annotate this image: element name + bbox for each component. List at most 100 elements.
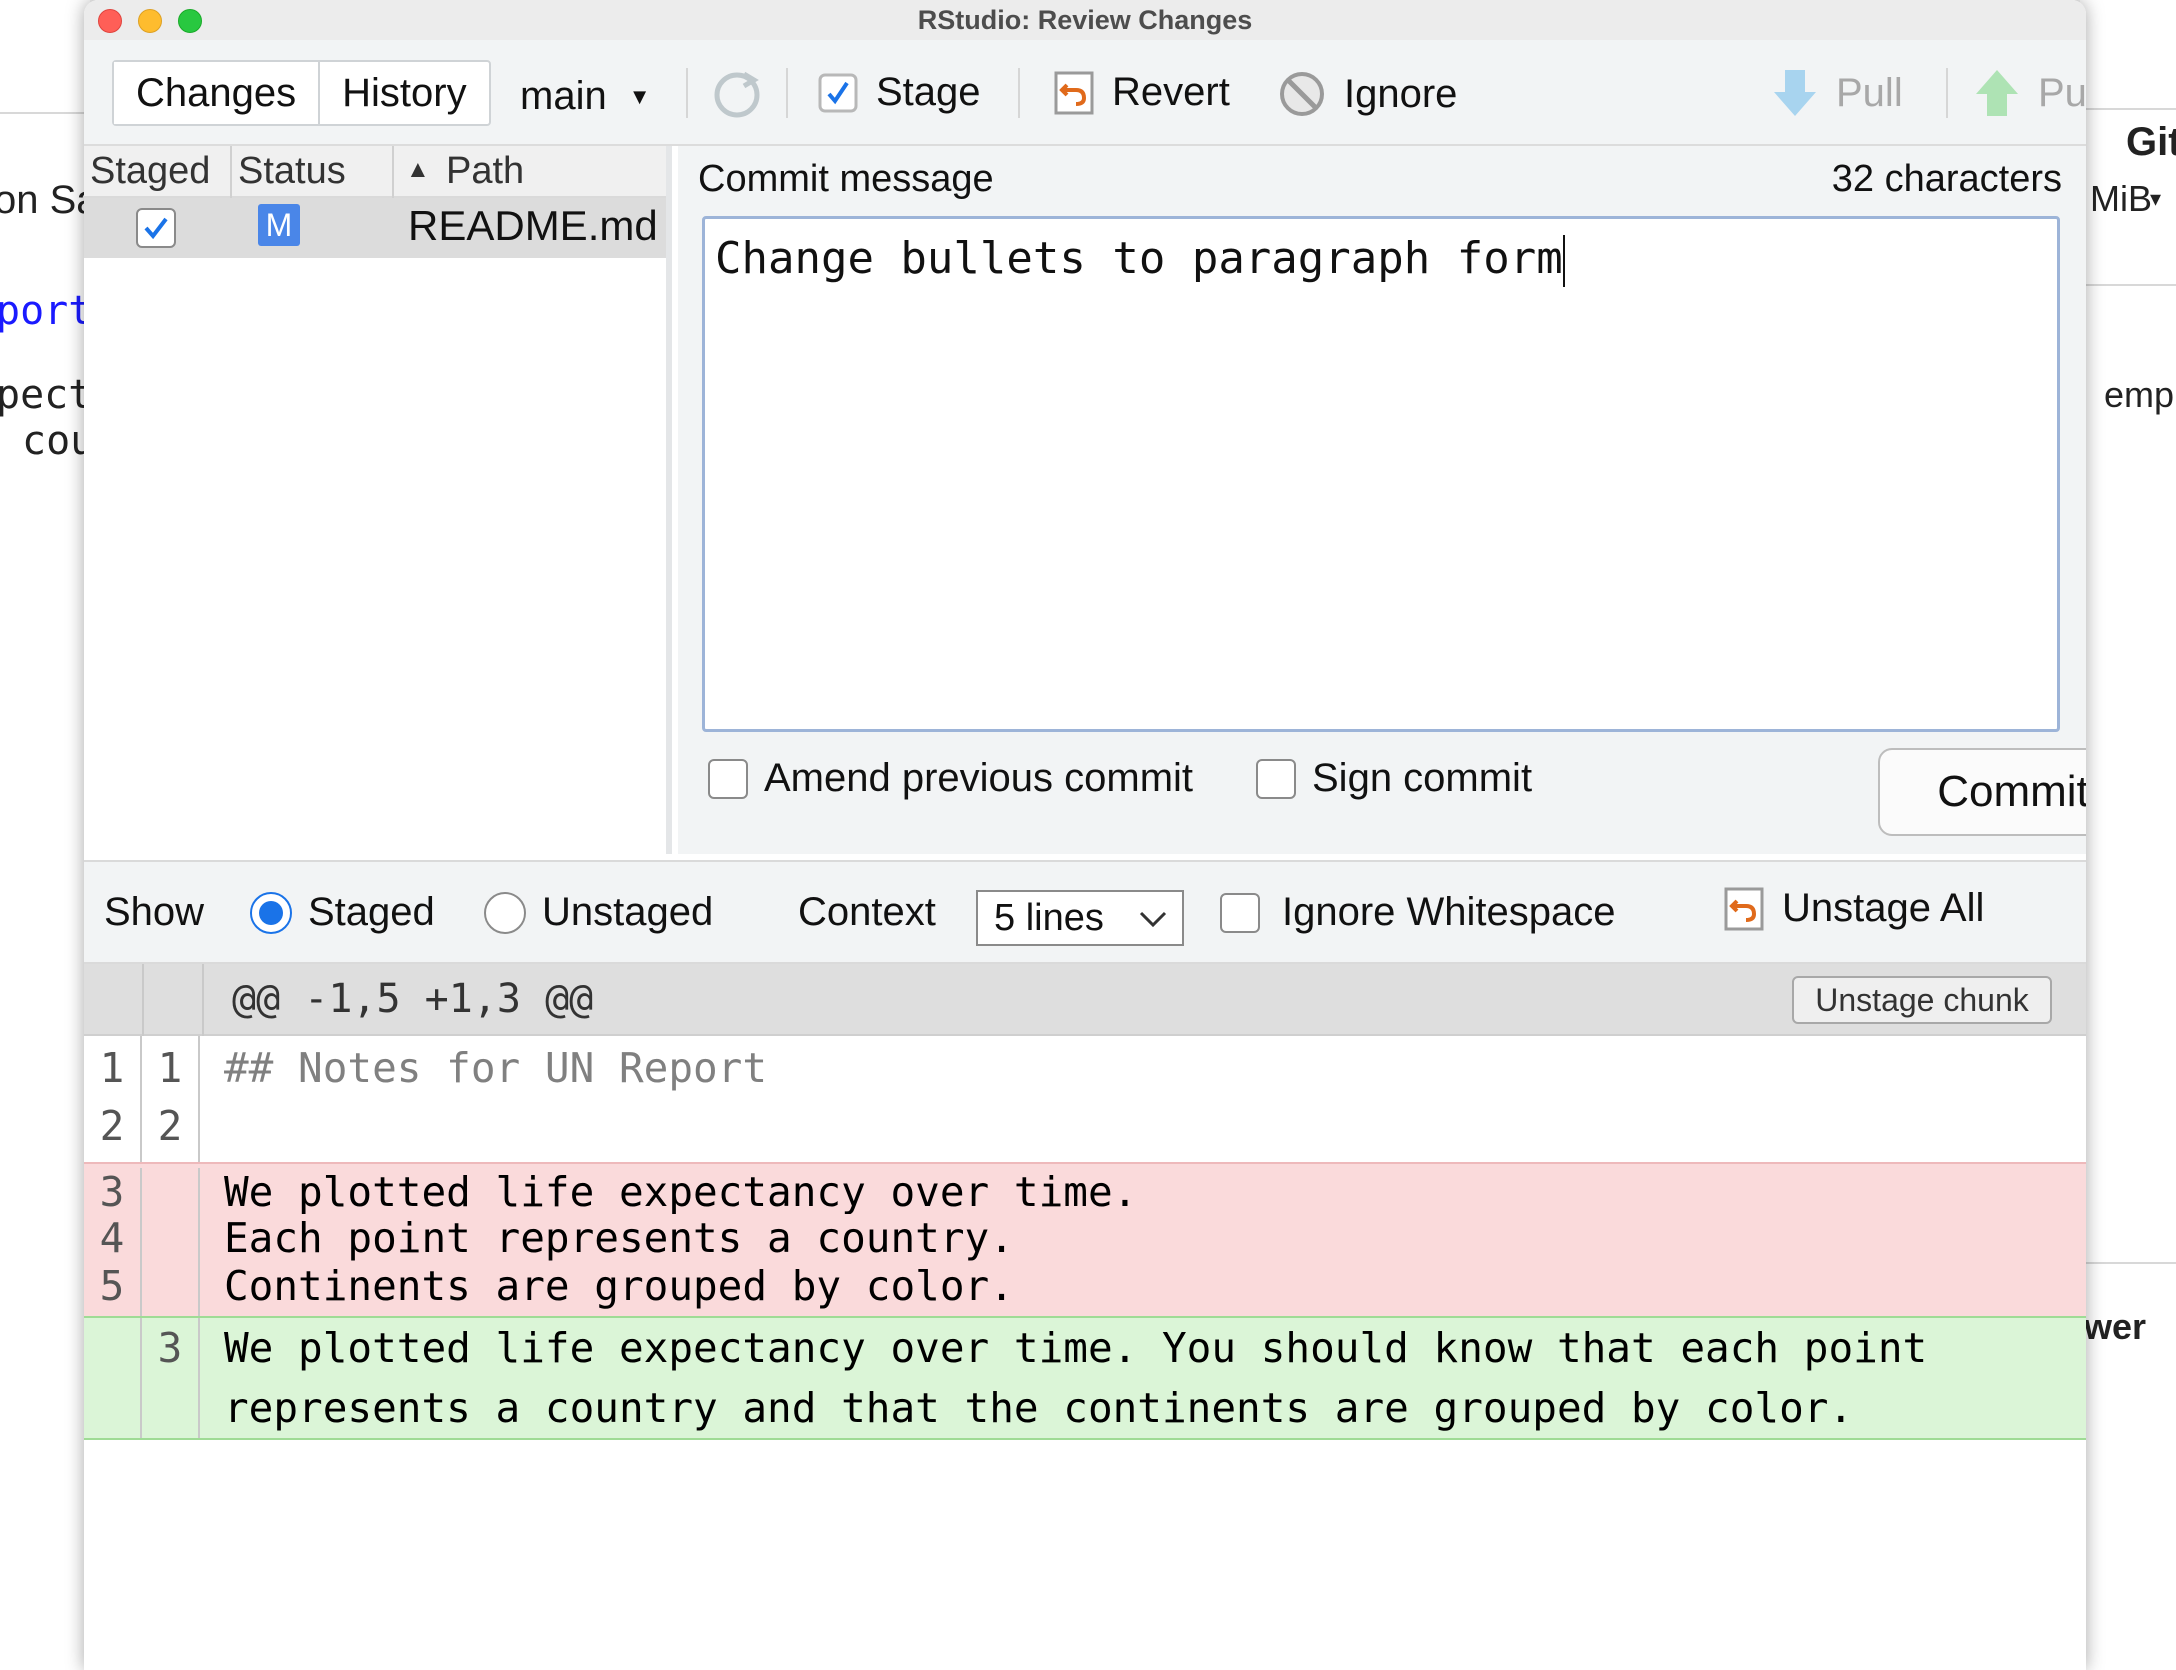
toolbar: Changes History main ▼ Stage Revert Igno… [84,40,2086,146]
refresh-button[interactable] [710,68,782,122]
background-text: on Sa [0,178,84,222]
divider [202,964,204,1036]
revert-button[interactable]: Revert [1054,70,1230,115]
sign-commit-option[interactable]: Sign commit [1256,756,1532,801]
view-tabs: Changes History [112,60,491,126]
divider [0,112,90,114]
commit-button[interactable]: Commit [1878,748,2086,836]
staged-radio[interactable] [250,891,292,934]
old-line-number: 3 [84,1168,142,1216]
unstage-all-button[interactable]: Unstage All [1724,886,1984,931]
line-text: We plotted life expectancy over time. [224,1168,1138,1216]
column-status[interactable]: Status [238,150,346,193]
hunk-range: @@ -1,5 +1,3 @@ [232,976,594,1022]
file-path: README.md [408,202,658,249]
line-text: We plotted life expectancy over time. Yo… [224,1324,1952,1432]
background-code-text: port [0,288,86,334]
unstage-all-label: Unstage All [1782,886,1985,930]
background-tab-viewer: wer [2084,1306,2147,1347]
ignore-label: Ignore [1344,71,1458,116]
line-text [200,1102,2086,1162]
amend-commit-option[interactable]: Amend previous commit [708,756,1193,801]
new-line-number: 3 [142,1318,200,1438]
status-modified-badge: M [258,204,300,246]
new-line-number: 1 [142,1036,200,1102]
branch-name: main [520,74,607,118]
divider [1946,68,1948,118]
sign-checkbox[interactable] [1256,758,1296,799]
staged-checkbox[interactable] [136,208,176,248]
commit-pane: Commit message 32 characters Change bull… [678,146,2086,854]
new-line-number [142,1168,200,1214]
background-text: emp [2104,374,2175,415]
line-text: Continents are grouped by color. [224,1262,1014,1310]
chevron-down-icon: ▼ [628,83,651,109]
diff-line-added: 3 We plotted life expectancy over time. … [84,1316,2086,1440]
file-row[interactable]: M README.md [84,198,666,258]
diff-line-context: 1 1 ## Notes for UN Report [84,1036,2086,1102]
commit-message-label: Commit message [698,158,994,200]
old-line-number: 4 [84,1214,142,1262]
divider [786,68,788,118]
commit-message-input[interactable]: Change bullets to paragraph form [702,216,2060,732]
pull-arrow-icon [1772,68,1818,118]
column-path[interactable]: Path [446,150,524,193]
divider [2080,1262,2176,1264]
title-bar: RStudio: Review Changes [84,0,2086,40]
unstaged-radio-option[interactable]: Unstaged [484,890,713,935]
divider [2080,284,2176,286]
show-label: Show [104,890,205,934]
diff-line-deleted: 3 We plotted life expectancy over time. [84,1162,2086,1216]
context-select[interactable]: 5 lines [976,890,1184,946]
background-right-pane: Git MiB ▾ emp wer [2080,0,2176,1670]
background-code-text: cou [22,418,92,464]
unstage-chunk-button[interactable]: Unstage chunk [1792,976,2052,1024]
commit-message-text: Change bullets to paragraph form [715,233,1563,284]
staged-radio-option[interactable]: Staged [250,890,435,935]
ignore-whitespace-label: Ignore Whitespace [1282,890,1616,934]
ignore-whitespace-option[interactable]: Ignore Whitespace [1220,890,1616,935]
push-button[interactable]: Push [1974,68,2086,118]
pull-button[interactable]: Pull [1772,68,1903,118]
diff-view: @@ -1,5 +1,3 @@ Unstage chunk 1 1 ## Not… [84,964,2086,1670]
diff-line-deleted: 5 Continents are grouped by color. [84,1262,2086,1316]
background-text: MiB [2090,178,2152,219]
diff-line-deleted: 4 Each point represents a country. [84,1214,2086,1262]
divider [1018,68,1020,118]
amend-checkbox[interactable] [708,758,748,799]
ignore-icon [1278,70,1326,118]
tab-changes[interactable]: Changes [114,62,319,124]
old-line-number: 2 [84,1102,142,1162]
ignore-whitespace-checkbox[interactable] [1220,892,1260,933]
unstaged-radio[interactable] [484,891,526,934]
new-line-number [142,1262,200,1316]
ignore-button[interactable]: Ignore [1278,70,1457,118]
window-title: RStudio: Review Changes [917,5,1253,35]
push-arrow-icon [1974,68,2020,118]
stage-button[interactable]: Stage [818,70,981,115]
divider [142,964,144,1036]
file-list-header: Staged Status ▲ Path [84,146,666,198]
divider [2080,108,2176,110]
context-label: Context [798,890,936,934]
unstage-icon [1724,887,1764,931]
new-line-number [142,1214,200,1262]
stage-label: Stage [876,70,981,114]
tab-history[interactable]: History [320,62,488,124]
background-code-text: pect [0,372,86,418]
sort-ascending-icon: ▲ [406,156,430,183]
old-line-number [84,1318,142,1438]
file-list: Staged Status ▲ Path M README.md [84,146,672,854]
revert-icon [1054,71,1094,115]
old-line-number: 5 [84,1262,142,1316]
hunk-header: @@ -1,5 +1,3 @@ Unstage chunk [84,964,2086,1036]
divider [230,146,232,198]
old-line-number: 1 [84,1036,142,1102]
branch-dropdown[interactable]: main ▼ [520,74,650,119]
line-text: ## Notes for UN Report [224,1044,768,1092]
new-line-number: 2 [142,1102,200,1162]
diff-options-bar: Show Staged Unstaged Context 5 lines Ign… [84,860,2086,964]
column-staged[interactable]: Staged [90,150,210,193]
pull-label: Pull [1836,70,1903,115]
chevron-down-icon: ▾ [2150,186,2162,211]
